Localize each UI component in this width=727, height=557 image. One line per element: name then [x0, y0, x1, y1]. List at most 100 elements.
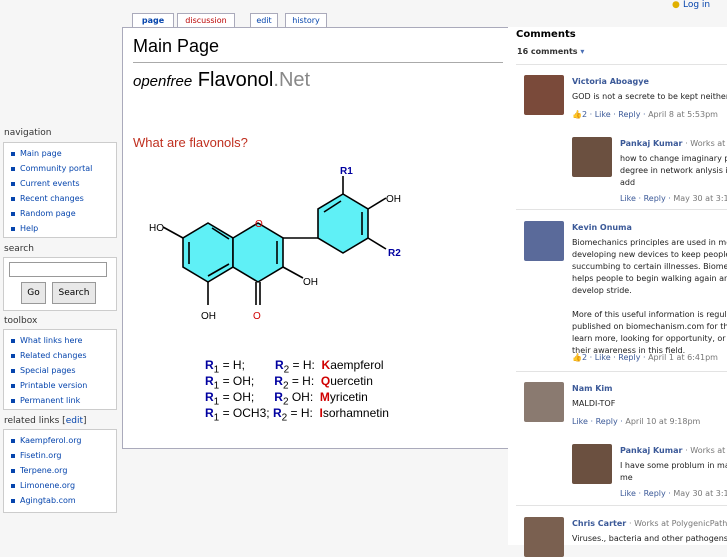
chevron-down-icon: ▾: [580, 47, 585, 56]
nav-item-random-page[interactable]: Random page: [11, 206, 116, 221]
toolbox-permanent-link[interactable]: Permanent link: [11, 393, 116, 408]
tab-discussion[interactable]: discussion: [177, 13, 235, 28]
section-heading: What are flavonols?: [133, 135, 248, 150]
nav-item-main-page[interactable]: Main page: [11, 146, 116, 161]
oh-group-4prime-label: OH: [386, 194, 401, 205]
login-link[interactable]: ● Log in: [672, 0, 710, 10]
tab-edit[interactable]: edit: [250, 13, 278, 28]
legend-row-quercetin: R1 = OH; R2 = H: Quercetin: [205, 374, 373, 392]
brand-name: Flavonol: [197, 69, 274, 91]
comment-date[interactable]: April 8 at 5:53pm: [648, 110, 718, 119]
toolbox-printable-version[interactable]: Printable version: [11, 378, 116, 393]
toolbox-related-changes[interactable]: Related changes: [11, 348, 116, 363]
user-icon: ●: [672, 0, 680, 10]
tab-history[interactable]: history: [285, 13, 327, 28]
go-button[interactable]: Go: [21, 282, 46, 304]
nav-item-recent-changes[interactable]: Recent changes: [11, 191, 116, 206]
comment-author[interactable]: Nam Kim: [572, 384, 613, 393]
navigation-heading: navigation: [4, 128, 52, 138]
comments-title: Comments: [516, 29, 576, 40]
nav-item-community-portal[interactable]: Community portal: [11, 161, 116, 176]
nav-item-current-events[interactable]: Current events: [11, 176, 116, 191]
oh-group-5-label: OH: [201, 311, 216, 322]
search-portlet: Go Search: [3, 257, 117, 311]
toolbox-special-pages[interactable]: Special pages: [11, 363, 116, 378]
ring-b: [317, 193, 369, 254]
comment-author[interactable]: Victoria Aboagye: [572, 77, 649, 86]
related-link-limonene[interactable]: Limonene.org: [11, 478, 116, 493]
avatar[interactable]: [524, 221, 564, 261]
comment-actions-links[interactable]: Like · Reply ·: [620, 489, 671, 498]
comment-text: Viruses., bacteria and other pathogens h: [572, 534, 727, 543]
comment-actions: Like · Reply · April 10 at 9:18pm: [572, 417, 700, 426]
toolbox-heading: toolbox: [4, 316, 38, 326]
toolbox-what-links-here[interactable]: What links here: [11, 333, 116, 348]
related-links-portlet: Kaempferol.org Fisetin.org Terpene.org L…: [3, 429, 117, 513]
comment-actions: Like · Reply · May 30 at 3:1: [620, 194, 727, 203]
comment-date[interactable]: April 1 at 6:41pm: [648, 353, 718, 362]
comments-divider: [516, 505, 727, 506]
title-divider: [133, 62, 503, 63]
comments-divider: [516, 64, 727, 65]
flavonol-structure-diagram: HO OH OH OH O O R1 R2: [149, 166, 401, 322]
comment-date[interactable]: May 30 at 3:1: [673, 194, 727, 203]
comment-actions: Like · Reply · May 30 at 3:1: [620, 489, 727, 498]
avatar[interactable]: [524, 75, 564, 115]
avatar[interactable]: [572, 137, 612, 177]
related-link-kaempferol[interactable]: Kaempferol.org: [11, 433, 116, 448]
related-link-agingtab[interactable]: Agingtab.com: [11, 493, 116, 508]
comment-author[interactable]: Pankaj Kumar: [620, 446, 682, 455]
r1-label: R1: [340, 166, 353, 177]
comment-text: how to change imaginary pa degree in net…: [620, 154, 727, 187]
r2-label: R2: [388, 248, 401, 259]
comment-date[interactable]: May 30 at 3:1: [673, 489, 727, 498]
comment-date[interactable]: April 10 at 9:18pm: [625, 417, 700, 426]
comment-actions-links[interactable]: Like · Reply ·: [595, 110, 646, 119]
legend-row-kaempferol: R1 = H; R2 = H: Kaempferol: [205, 358, 384, 376]
content-area: Main Page openfree Flavonol.Net What are…: [122, 27, 509, 449]
comments-divider: [516, 371, 727, 372]
comment-author-work: · Works at S: [685, 446, 727, 455]
comment-author[interactable]: Kevin Onuma: [572, 223, 632, 232]
ring-c: [232, 222, 284, 283]
comment-author[interactable]: Pankaj Kumar: [620, 139, 682, 148]
comment-actions-links[interactable]: Like · Reply ·: [595, 353, 646, 362]
avatar[interactable]: [572, 444, 612, 484]
comment-text: Biomechanics principles are used in med …: [572, 238, 727, 355]
related-link-fisetin[interactable]: Fisetin.org: [11, 448, 116, 463]
substituent-legend: R1 = H; R2 = H: Kaempferol R1 = OH; R2 =…: [205, 358, 389, 424]
legend-row-isorhamnetin: R1 = OCH3; R2 = H: Isorhamnetin: [205, 406, 389, 424]
comment-actions-links[interactable]: Like · Reply ·: [572, 417, 623, 426]
brand-prefix: openfree: [133, 73, 193, 90]
thumbs-up-icon: 👍: [572, 353, 582, 362]
comment-author[interactable]: Chris Carter: [572, 519, 626, 528]
avatar[interactable]: [524, 517, 564, 557]
comment-text: MALDI-TOF: [572, 399, 616, 408]
comments-count-dropdown[interactable]: 16 comments ▾: [517, 47, 584, 56]
related-link-terpene[interactable]: Terpene.org: [11, 463, 116, 478]
search-heading: search: [4, 244, 34, 254]
ho-group-label: HO: [149, 223, 164, 234]
site-brand: openfree Flavonol.Net: [133, 69, 310, 92]
navigation-portlet: Main page Community portal Current event…: [3, 142, 117, 238]
comment-text: I have some problum in mat me: [620, 461, 727, 482]
thumbs-up-icon: 👍: [572, 110, 582, 119]
comment-actions: 👍2 · Like · Reply · April 1 at 6:41pm: [572, 353, 718, 362]
ring-o-label: O: [255, 219, 263, 230]
carbonyl-o-label: O: [253, 311, 261, 322]
comment-author-work: · Works at S: [685, 139, 727, 148]
search-input[interactable]: [9, 262, 107, 277]
avatar[interactable]: [524, 382, 564, 422]
comment-actions-links[interactable]: Like · Reply ·: [620, 194, 671, 203]
comment-text: GOD is not a secrete to be kept neither …: [572, 92, 727, 101]
related-links-heading: related links [edit]: [4, 416, 87, 426]
page-title: Main Page: [133, 36, 220, 56]
comment-actions: 👍2 · Like · Reply · April 8 at 5:53pm: [572, 110, 718, 119]
comments-divider: [516, 209, 727, 210]
nav-item-help[interactable]: Help: [11, 221, 116, 236]
legend-row-myricetin: R1 = OH; R2 OH: Myricetin: [205, 390, 368, 408]
brand-suffix: .Net: [273, 69, 311, 91]
ring-a: [182, 222, 234, 283]
related-links-edit-link[interactable]: edit: [66, 416, 83, 426]
search-button[interactable]: Search: [52, 282, 96, 304]
